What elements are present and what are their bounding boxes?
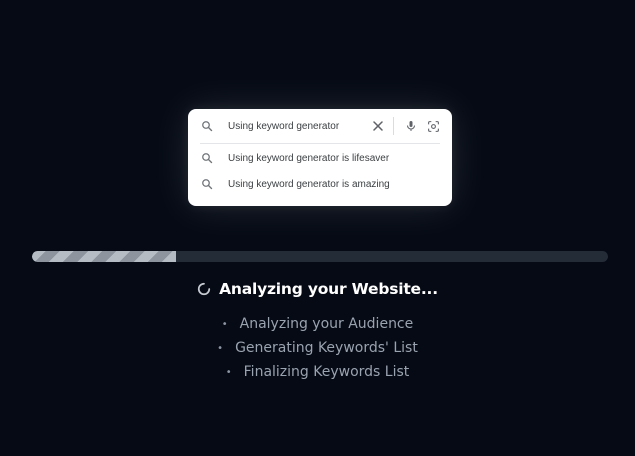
- search-divider: [393, 117, 394, 135]
- suggestion-item[interactable]: Using keyword generator is lifesaver: [200, 145, 440, 171]
- search-card: Using keyword generator Using keyword ge…: [188, 109, 452, 206]
- step-list: • Analyzing your Audience • Generating K…: [0, 312, 635, 384]
- loading-page: Using keyword generator Using keyword ge…: [0, 0, 635, 456]
- search-query[interactable]: Using keyword generator: [228, 121, 339, 132]
- bullet-icon: •: [221, 318, 228, 330]
- step-label: Finalizing Keywords List: [243, 364, 410, 380]
- search-bar[interactable]: Using keyword generator: [200, 109, 440, 144]
- status-heading: Analyzing your Website...: [0, 280, 635, 298]
- suggestion-text: Using keyword generator is lifesaver: [228, 152, 390, 164]
- status-title: Analyzing your Website...: [219, 280, 438, 298]
- microphone-icon[interactable]: [404, 119, 418, 133]
- progress-bar: [32, 251, 608, 262]
- search-icon: [200, 151, 214, 165]
- spinner-icon: [197, 282, 211, 296]
- bullet-icon: •: [217, 342, 224, 354]
- step-item: • Finalizing Keywords List: [0, 360, 635, 384]
- search-icon: [200, 119, 214, 133]
- step-label: Analyzing your Audience: [239, 316, 414, 332]
- suggestion-text: Using keyword generator is amazing: [228, 178, 390, 190]
- suggestion-item[interactable]: Using keyword generator is amazing: [200, 171, 440, 197]
- step-label: Generating Keywords' List: [235, 340, 418, 356]
- close-icon[interactable]: [371, 119, 385, 133]
- search-icon: [200, 177, 214, 191]
- step-item: • Analyzing your Audience: [0, 312, 635, 336]
- suggestion-list: Using keyword generator is lifesaver Usi…: [200, 144, 440, 197]
- bullet-icon: •: [225, 366, 232, 378]
- progress-fill: [32, 251, 176, 262]
- lens-icon[interactable]: [426, 119, 440, 133]
- step-item: • Generating Keywords' List: [0, 336, 635, 360]
